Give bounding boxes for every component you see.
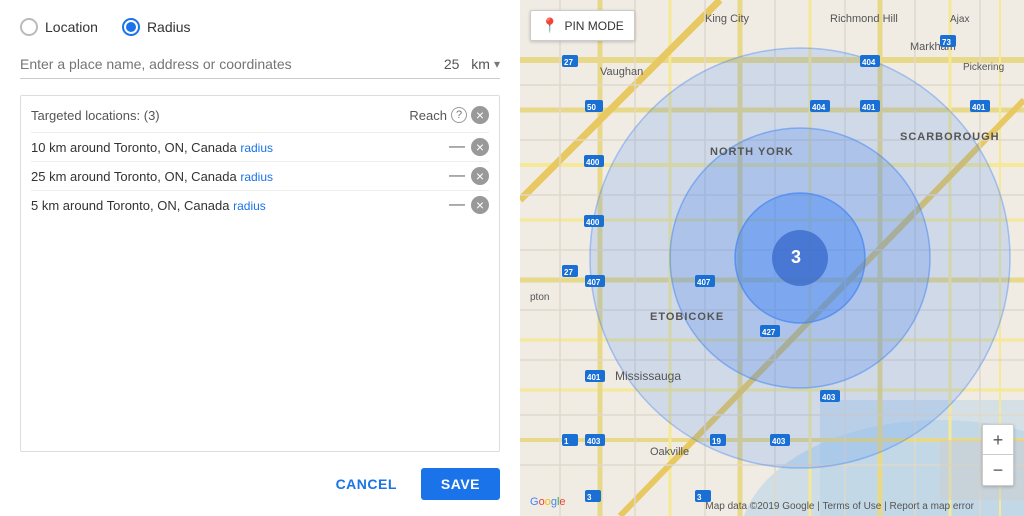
svg-text:400: 400 [586, 218, 600, 227]
location-text-1: 10 km around Toronto, ON, Canada radius [31, 140, 273, 155]
svg-text:ETOBICOKE: ETOBICOKE [650, 311, 724, 323]
svg-text:3: 3 [791, 247, 801, 267]
zoom-in-button[interactable]: + [983, 425, 1013, 455]
map-svg: King City Richmond Hill Markham Vaughan … [520, 0, 1024, 516]
svg-text:SCARBOROUGH: SCARBOROUGH [900, 131, 1000, 143]
location-text-3: 5 km around Toronto, ON, Canada radius [31, 198, 266, 213]
svg-text:pton: pton [530, 292, 549, 303]
locations-header: Targeted locations: (3) Reach ? [31, 106, 489, 124]
google-logo: Google [530, 496, 566, 508]
svg-text:403: 403 [822, 393, 836, 402]
location-text-2: 25 km around Toronto, ON, Canada radius [31, 169, 273, 184]
svg-text:400: 400 [586, 158, 600, 167]
search-row: 25 km ▾ [20, 56, 500, 79]
dash-button-2[interactable]: — [449, 168, 465, 184]
svg-text:401: 401 [862, 103, 876, 112]
svg-text:427: 427 [762, 328, 776, 337]
locations-box: Targeted locations: (3) Reach ? 10 km ar… [20, 95, 500, 452]
chevron-down-icon: ▾ [494, 57, 500, 71]
remove-item-3-icon[interactable] [471, 196, 489, 214]
zoom-out-button[interactable]: − [983, 455, 1013, 485]
location-radio-label: Location [45, 19, 98, 35]
radius-tag-2: radius [240, 170, 273, 184]
reach-info-icon[interactable]: ? [451, 107, 467, 123]
svg-text:403: 403 [772, 437, 786, 446]
location-actions-2: — [449, 167, 489, 185]
svg-text:19: 19 [712, 437, 721, 446]
svg-text:27: 27 [564, 58, 573, 67]
svg-text:3: 3 [697, 493, 702, 502]
location-actions-1: — [449, 138, 489, 156]
pin-icon: 📍 [541, 17, 558, 34]
radius-radio-option[interactable]: Radius [122, 18, 191, 36]
svg-text:407: 407 [697, 278, 711, 287]
svg-text:404: 404 [812, 103, 826, 112]
location-radio-circle[interactable] [20, 18, 38, 36]
reach-text: Reach [409, 108, 447, 123]
svg-text:King City: King City [705, 13, 750, 25]
svg-text:NORTH YORK: NORTH YORK [710, 146, 794, 158]
radio-row: Location Radius [20, 18, 500, 36]
location-radio-option[interactable]: Location [20, 18, 98, 36]
svg-text:73: 73 [942, 38, 951, 47]
svg-text:1: 1 [564, 437, 569, 446]
list-item: 10 km around Toronto, ON, Canada radius … [31, 132, 489, 161]
remove-item-2-icon[interactable] [471, 167, 489, 185]
pin-mode-label: PIN MODE [564, 19, 623, 33]
search-input[interactable] [20, 56, 444, 72]
dash-button-3[interactable]: — [449, 197, 465, 213]
reach-label: Reach ? [409, 106, 489, 124]
left-panel: Location Radius 25 km ▾ Targeted locatio… [0, 0, 520, 516]
pin-mode-button[interactable]: 📍 PIN MODE [530, 10, 635, 41]
svg-text:Pickering: Pickering [963, 62, 1004, 73]
list-item: 25 km around Toronto, ON, Canada radius … [31, 161, 489, 190]
list-item: 5 km around Toronto, ON, Canada radius — [31, 190, 489, 219]
location-actions-3: — [449, 196, 489, 214]
svg-text:Mississauga: Mississauga [615, 369, 681, 383]
remove-item-1-icon[interactable] [471, 138, 489, 156]
svg-text:403: 403 [587, 437, 601, 446]
radius-tag-3: radius [233, 199, 266, 213]
svg-text:Vaughan: Vaughan [600, 66, 643, 78]
svg-text:Richmond Hill: Richmond Hill [830, 13, 898, 25]
radius-radio-circle[interactable] [122, 18, 140, 36]
svg-text:401: 401 [972, 103, 986, 112]
svg-text:404: 404 [862, 58, 876, 67]
dash-button-1[interactable]: — [449, 139, 465, 155]
save-button[interactable]: SAVE [421, 468, 500, 500]
svg-text:27: 27 [564, 268, 573, 277]
radius-radio-label: Radius [147, 19, 191, 35]
svg-text:3: 3 [587, 493, 592, 502]
distance-unit: km [471, 56, 490, 72]
svg-text:Oakville: Oakville [650, 446, 689, 458]
bottom-buttons: CANCEL SAVE [20, 468, 500, 500]
svg-text:401: 401 [587, 373, 601, 382]
distance-selector[interactable]: 25 km ▾ [444, 56, 500, 72]
cancel-button[interactable]: CANCEL [324, 468, 409, 500]
map-panel[interactable]: King City Richmond Hill Markham Vaughan … [520, 0, 1024, 516]
radius-tag-1: radius [240, 141, 273, 155]
svg-text:407: 407 [587, 278, 601, 287]
distance-value: 25 [444, 56, 460, 72]
svg-text:50: 50 [587, 103, 596, 112]
locations-title: Targeted locations: (3) [31, 108, 160, 123]
locations-close-icon[interactable] [471, 106, 489, 124]
zoom-controls: + − [982, 424, 1014, 486]
map-attribution: Map data ©2019 Google | Terms of Use | R… [705, 501, 974, 512]
svg-text:Ajax: Ajax [950, 14, 969, 25]
